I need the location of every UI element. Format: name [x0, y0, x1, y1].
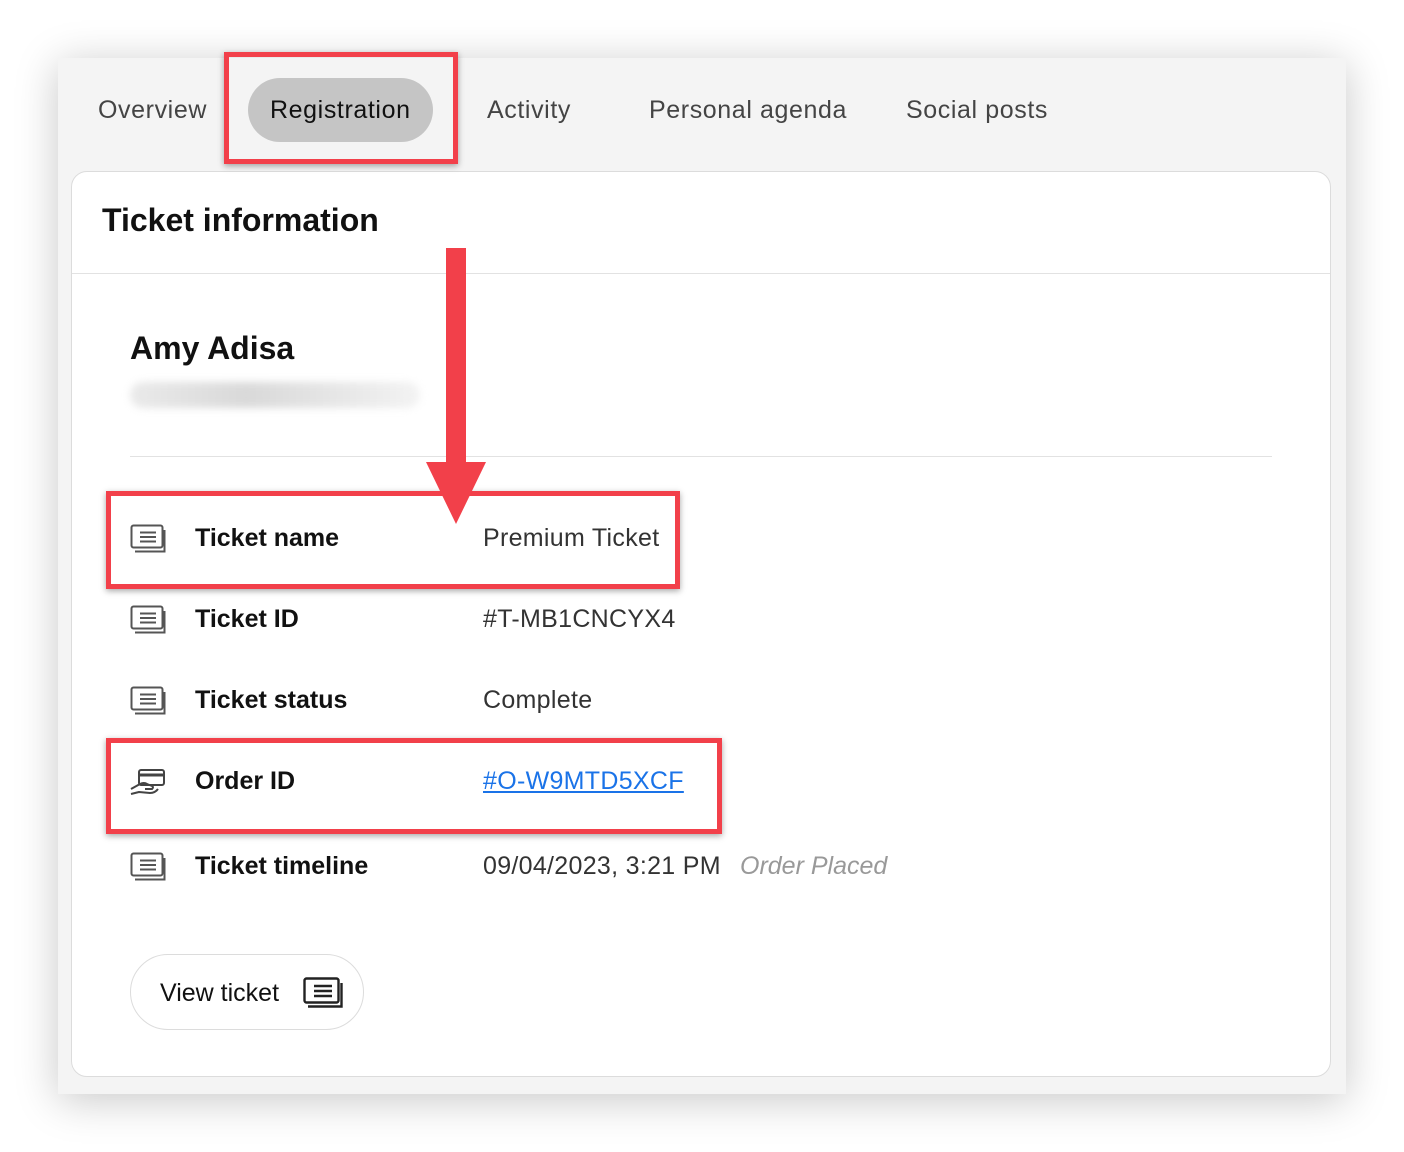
section-divider: [130, 456, 1272, 457]
row-label: Ticket ID: [195, 605, 299, 633]
row-order-id: Order ID #O-W9MTD5XCF: [130, 763, 1130, 803]
ticket-icon: [130, 686, 166, 715]
order-id-link[interactable]: #O-W9MTD5XCF: [483, 767, 684, 796]
view-ticket-button[interactable]: View ticket: [130, 954, 364, 1030]
row-ticket-status: Ticket status Complete: [130, 682, 1130, 722]
row-label: Ticket timeline: [195, 852, 369, 880]
tab-social-posts[interactable]: Social posts: [906, 78, 1048, 142]
ticket-icon: [303, 977, 343, 1008]
row-label: Ticket name: [195, 524, 340, 552]
attendee-name: Amy Adisa: [130, 330, 295, 366]
row-ticket-name: Ticket name Premium Ticket: [130, 520, 1130, 560]
row-label: Ticket status: [195, 686, 348, 714]
ticket-icon: [130, 605, 166, 634]
payment-card-hand-icon: [130, 769, 165, 795]
card-title: Ticket information: [102, 202, 379, 238]
attendee-profile-panel: Overview Registration Activity Personal …: [58, 52, 1346, 1094]
row-ticket-id: Ticket ID #T-MB1CNCYX4: [130, 601, 1130, 641]
ticket-status-value: Complete: [483, 686, 593, 714]
ticket-icon: [130, 852, 166, 881]
card-header-divider: [72, 273, 1330, 274]
ticket-information-card: Ticket information Amy Adisa Ticket name…: [71, 171, 1331, 1077]
ticket-icon: [130, 524, 166, 553]
row-ticket-timeline: Ticket timeline 09/04/2023, 3:21 PM Orde…: [130, 848, 1130, 888]
tab-overview[interactable]: Overview: [98, 78, 207, 142]
ticket-name-value: Premium Ticket: [483, 524, 660, 552]
view-ticket-label: View ticket: [160, 979, 280, 1007]
tab-bar: Overview Registration Activity Personal …: [58, 58, 1346, 168]
ticket-id-value: #T-MB1CNCYX4: [483, 605, 676, 633]
tab-activity[interactable]: Activity: [487, 78, 571, 142]
tab-registration[interactable]: Registration: [248, 78, 433, 142]
timeline-note: Order Placed: [740, 852, 888, 880]
tab-personal-agenda[interactable]: Personal agenda: [649, 78, 847, 142]
attendee-email-redacted: [130, 382, 420, 408]
ticket-timeline-value: 09/04/2023, 3:21 PM: [483, 852, 721, 880]
row-label: Order ID: [195, 767, 296, 795]
